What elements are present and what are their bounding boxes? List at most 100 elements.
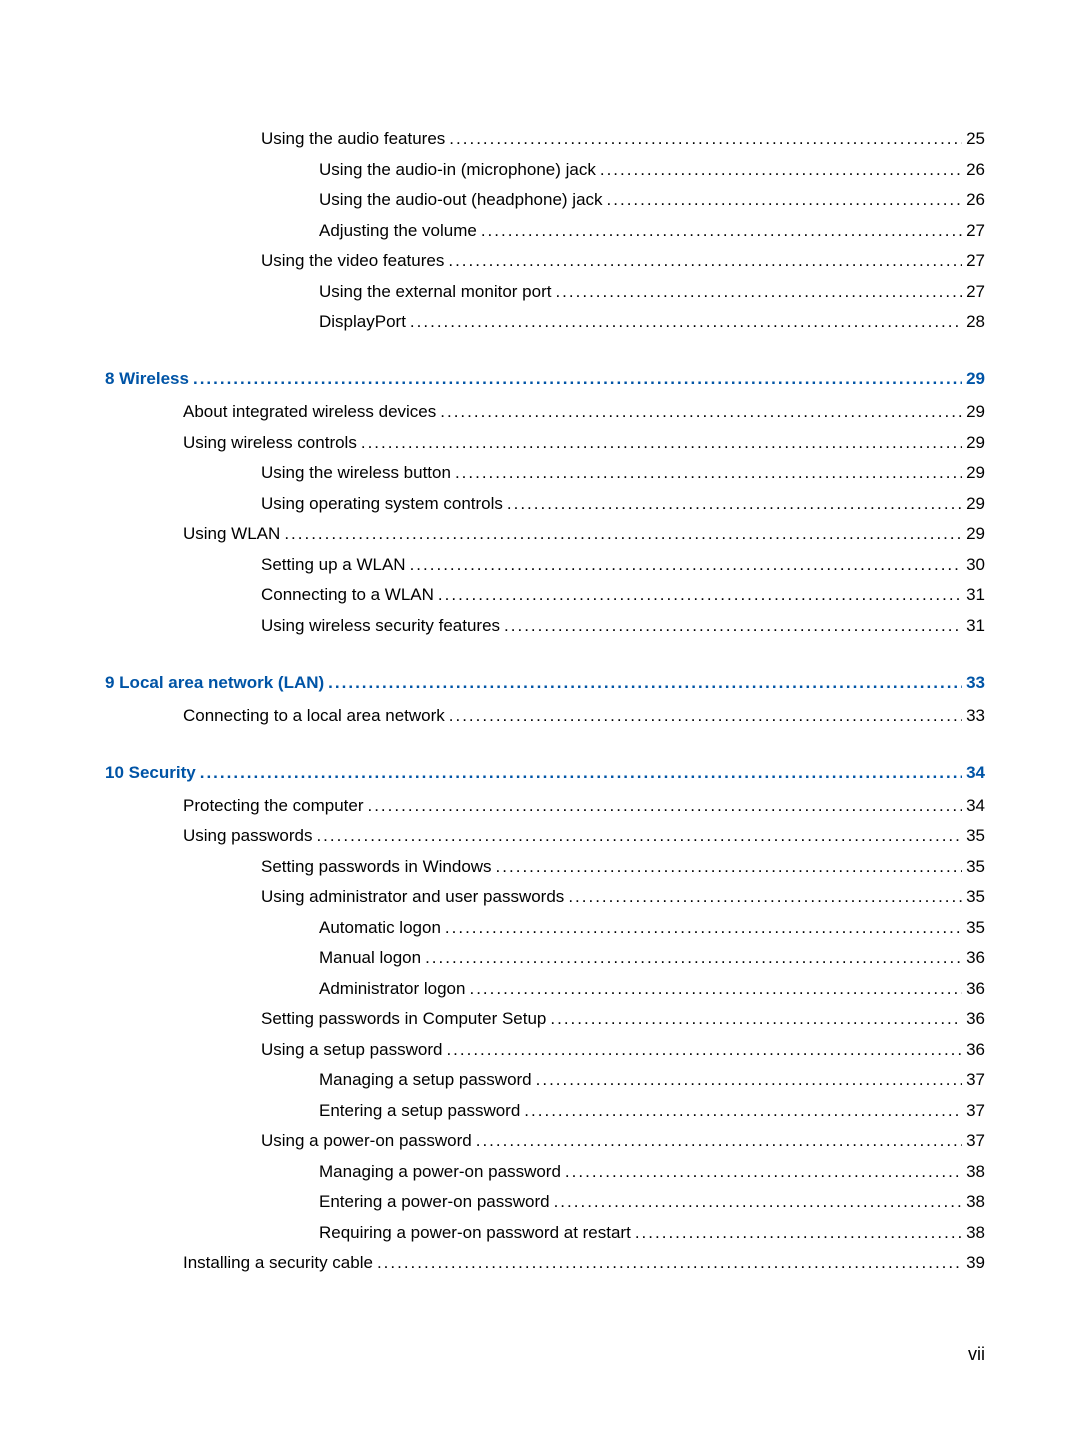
toc-entry[interactable]: Connecting to a WLAN 31	[105, 586, 985, 603]
toc-entry[interactable]: Using WLAN 29	[105, 525, 985, 542]
toc-entry-label: Using wireless security features	[261, 617, 500, 634]
toc-entry[interactable]: Setting passwords in Computer Setup 36	[105, 1010, 985, 1027]
toc-entry[interactable]: Using a setup password 36	[105, 1041, 985, 1058]
toc-entry[interactable]: About integrated wireless devices 29	[105, 403, 985, 420]
toc-leader	[425, 949, 962, 966]
toc-entry-label: Using passwords	[183, 827, 312, 844]
toc-entry-label: Using the wireless button	[261, 464, 451, 481]
toc-entry[interactable]: Using wireless controls 29	[105, 434, 985, 451]
toc-entry-label: Using the audio-in (microphone) jack	[319, 161, 596, 178]
toc-entry-page: 25	[966, 130, 985, 147]
toc-entry-page: 33	[966, 707, 985, 724]
toc-entry[interactable]: Automatic logon 35	[105, 919, 985, 936]
toc-chapter-entry[interactable]: 9 Local area network (LAN) 33	[105, 674, 985, 691]
toc-entry[interactable]: Setting passwords in Windows 35	[105, 858, 985, 875]
toc-leader	[193, 370, 962, 387]
toc-entry[interactable]: Using the audio features 25	[105, 130, 985, 147]
toc-entry[interactable]: Entering a power-on password 38	[105, 1193, 985, 1210]
toc-entry-label: 8 Wireless	[105, 370, 189, 387]
toc-entry-page: 36	[966, 949, 985, 966]
toc-entry-label: Setting passwords in Windows	[261, 858, 492, 875]
toc-leader	[481, 222, 962, 239]
toc-leader	[284, 525, 962, 542]
page-number-footer: vii	[968, 1344, 985, 1365]
toc-leader	[496, 858, 963, 875]
toc-entry-label: About integrated wireless devices	[183, 403, 436, 420]
toc-entry-label: 9 Local area network (LAN)	[105, 674, 324, 691]
toc-chapter-entry[interactable]: 10 Security 34	[105, 764, 985, 781]
toc-entry[interactable]: DisplayPort 28	[105, 313, 985, 330]
toc-entry-label: DisplayPort	[319, 313, 406, 330]
toc-entry-label: Setting up a WLAN	[261, 556, 406, 573]
toc-entry-page: 33	[966, 674, 985, 691]
toc-leader	[410, 313, 962, 330]
toc-entry-page: 34	[966, 797, 985, 814]
toc-entry[interactable]: Manual logon 36	[105, 949, 985, 966]
toc-chapter-entry[interactable]: 8 Wireless 29	[105, 370, 985, 387]
toc-leader	[555, 283, 962, 300]
toc-entry-page: 37	[966, 1102, 985, 1119]
toc-entry-label: Automatic logon	[319, 919, 441, 936]
toc-entry[interactable]: Using the video features 27	[105, 252, 985, 269]
toc-entry[interactable]: Managing a power-on password 38	[105, 1163, 985, 1180]
toc-entry[interactable]: Using the audio-out (headphone) jack 26	[105, 191, 985, 208]
toc-leader	[524, 1102, 962, 1119]
toc-entry-page: 28	[966, 313, 985, 330]
toc-entry-label: Entering a power-on password	[319, 1193, 550, 1210]
toc-leader	[449, 707, 962, 724]
toc-entry-page: 38	[966, 1163, 985, 1180]
toc-entry[interactable]: Requiring a power-on password at restart…	[105, 1224, 985, 1241]
toc-entry-page: 37	[966, 1071, 985, 1088]
toc-entry-label: 10 Security	[105, 764, 196, 781]
toc-entry[interactable]: Using administrator and user passwords 3…	[105, 888, 985, 905]
toc-entry[interactable]: Connecting to a local area network 33	[105, 707, 985, 724]
toc-entry-page: 36	[966, 1041, 985, 1058]
toc-entry[interactable]: Administrator logon 36	[105, 980, 985, 997]
toc-entry[interactable]: Setting up a WLAN 30	[105, 556, 985, 573]
toc-page: Using the audio features 25 Using the aud…	[0, 0, 1080, 1271]
toc-entry-page: 34	[966, 764, 985, 781]
toc-entry[interactable]: Protecting the computer 34	[105, 797, 985, 814]
toc-leader	[554, 1193, 963, 1210]
toc-entry-label: Using the video features	[261, 252, 444, 269]
toc-leader	[600, 161, 962, 178]
toc-entry-page: 38	[966, 1224, 985, 1241]
toc-entry-page: 29	[966, 495, 985, 512]
toc-entry[interactable]: Adjusting the volume 27	[105, 222, 985, 239]
toc-leader	[476, 1132, 962, 1149]
toc-entry-label: Managing a power-on password	[319, 1163, 561, 1180]
toc-leader	[410, 556, 963, 573]
toc-leader	[440, 403, 962, 420]
toc-list: Using the audio features 25 Using the aud…	[105, 130, 985, 1271]
toc-entry-page: 37	[966, 1132, 985, 1149]
toc-entry-page: 29	[966, 370, 985, 387]
toc-entry[interactable]: Installing a security cable 39	[105, 1254, 985, 1271]
toc-entry[interactable]: Managing a setup password 37	[105, 1071, 985, 1088]
toc-entry-page: 31	[966, 586, 985, 603]
toc-entry-label: Setting passwords in Computer Setup	[261, 1010, 546, 1027]
toc-leader	[200, 764, 962, 781]
toc-entry[interactable]: Entering a setup password 37	[105, 1102, 985, 1119]
toc-entry-label: Connecting to a local area network	[183, 707, 445, 724]
toc-entry[interactable]: Using the wireless button 29	[105, 464, 985, 481]
toc-entry[interactable]: Using a power-on password 37	[105, 1132, 985, 1149]
toc-entry-label: Adjusting the volume	[319, 222, 477, 239]
toc-entry-label: Using a setup password	[261, 1041, 442, 1058]
toc-leader	[316, 827, 962, 844]
toc-entry-label: Managing a setup password	[319, 1071, 532, 1088]
toc-entry[interactable]: Using the external monitor port 27	[105, 283, 985, 300]
toc-entry-label: Using operating system controls	[261, 495, 503, 512]
toc-entry-page: 35	[966, 827, 985, 844]
toc-entry-label: Entering a setup password	[319, 1102, 520, 1119]
toc-entry[interactable]: Using the audio-in (microphone) jack 26	[105, 161, 985, 178]
toc-entry-label: Using a power-on password	[261, 1132, 472, 1149]
toc-entry-page: 38	[966, 1193, 985, 1210]
toc-entry-page: 27	[966, 283, 985, 300]
toc-entry-label: Using the external monitor port	[319, 283, 551, 300]
toc-entry-page: 36	[966, 980, 985, 997]
toc-entry[interactable]: Using operating system controls 29	[105, 495, 985, 512]
toc-entry[interactable]: Using wireless security features 31	[105, 617, 985, 634]
toc-entry[interactable]: Using passwords 35	[105, 827, 985, 844]
toc-leader	[550, 1010, 962, 1027]
toc-entry-page: 29	[966, 464, 985, 481]
